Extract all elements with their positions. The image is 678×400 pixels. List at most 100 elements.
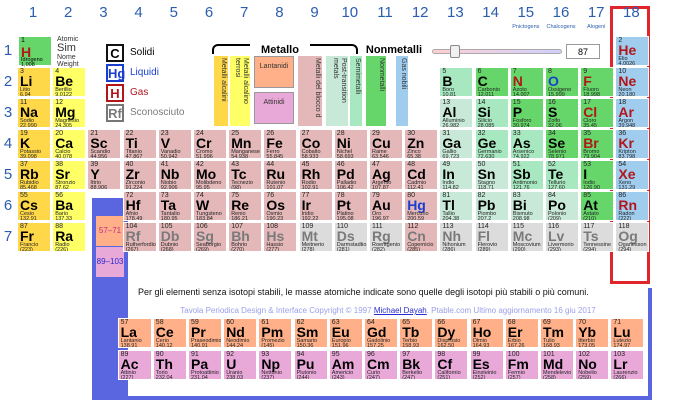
element-cell[interactable]: 8 O Ossigeno 15,999	[545, 67, 579, 97]
element-cell[interactable]: 98 Cf Californio (251)	[434, 350, 469, 380]
element-cell[interactable]: 72 Hf Afnio 178,49	[122, 191, 157, 221]
temperature-slider-handle[interactable]	[450, 45, 460, 58]
row-number-4[interactable]: 4	[2, 135, 14, 153]
element-cell[interactable]: 28 Ni Nichel 58,693	[333, 129, 368, 159]
element-cell[interactable]: 94 Pu Plutonio (244)	[293, 350, 328, 380]
element-cell[interactable]: 71 Lu Lutezio 174,97	[610, 318, 645, 348]
temperature-value-field[interactable]: 87	[566, 44, 600, 59]
element-cell[interactable]: 58 Ce Cerio 140,12	[152, 318, 187, 348]
column-number-9[interactable]: 9	[298, 4, 332, 22]
element-cell[interactable]: 111 Rg Roentgenio (282)	[369, 222, 403, 252]
column-number-6[interactable]: 6	[192, 4, 226, 22]
element-cell[interactable]: 2 He Elio 4,0026	[615, 36, 650, 66]
element-cell[interactable]: 110 Ds Darmstadtio (281)	[333, 222, 368, 252]
element-cell[interactable]: 108 Hs Hassio (277)	[263, 222, 298, 252]
element-cell[interactable]: 18 Ar Argon 39,948	[615, 98, 650, 128]
column-number-14[interactable]: 14	[474, 4, 508, 22]
element-cell[interactable]: 54 Xe Xeno 131,29	[615, 160, 650, 190]
element-cell[interactable]: 23 V Vanadio 50,942	[157, 129, 192, 159]
element-cell[interactable]: 67 Ho Olmio 164,93	[469, 318, 504, 348]
row-number-1[interactable]: 1	[2, 42, 14, 60]
element-cell[interactable]: 53 I Iodio 126,90	[580, 160, 615, 190]
element-cell[interactable]: 20 Ca Calcio 40,078	[52, 129, 87, 159]
element-cell[interactable]: 113 Nh Nihonium (286)	[439, 222, 474, 252]
category-transition[interactable]: Metalli del blocco d	[298, 56, 322, 126]
element-cell[interactable]: 13 Al Alluminio 26,982	[439, 98, 474, 128]
element-cell[interactable]: 76 Os Osmio 190,23	[263, 191, 298, 221]
element-cell[interactable]: 105 Db Dubnio (268)	[157, 222, 192, 252]
element-cell[interactable]: 15 P Fosforo 30,974	[509, 98, 544, 128]
element-cell[interactable]: 90 Th Torio 232,04	[152, 350, 187, 380]
column-number-7[interactable]: 7	[227, 4, 261, 22]
legend-state-unknown-box[interactable]: Rf	[106, 104, 124, 122]
placeholder-lanthanides[interactable]: 57–71	[96, 216, 124, 246]
legend-state-liquid-box[interactable]: Hg	[106, 64, 125, 82]
column-number-3[interactable]: 3	[86, 4, 120, 22]
element-cell[interactable]: 25 Mn Manganese 54,938	[228, 129, 263, 159]
element-cell[interactable]: 42 Mo Molibdeno 95,95	[193, 160, 227, 190]
element-cell[interactable]: 40 Zr Zirconio 91,224	[122, 160, 157, 190]
element-cell[interactable]: 30 Zn Zinco 65,38	[404, 129, 439, 159]
row-number-7[interactable]: 7	[2, 228, 14, 246]
category-nonmetals[interactable]: Nonmetalli	[366, 56, 386, 126]
element-cell[interactable]: 69 Tm Tulio 168,93	[540, 318, 574, 348]
category-metalloids[interactable]: Semimetalli	[350, 56, 362, 126]
element-cell[interactable]: 74 W Tungsteno 183,84	[193, 191, 227, 221]
element-cell[interactable]: 32 Ge Germanio 72,630	[474, 129, 509, 159]
element-cell[interactable]: 22 Ti Titanio 47,867	[122, 129, 157, 159]
element-cell[interactable]: 64 Gd Gadolinio 157,25	[364, 318, 398, 348]
element-cell[interactable]: 65 Tb Terbio 158,93	[399, 318, 434, 348]
element-cell[interactable]: 60 Nd Neodimio 144,24	[223, 318, 258, 348]
element-cell[interactable]: 117 Ts Tennessine (294)	[580, 222, 615, 252]
element-cell[interactable]: 35 Br Bromo 79,904	[580, 129, 615, 159]
element-cell[interactable]: 19 K Potassio 39,098	[17, 129, 51, 159]
element-cell[interactable]: 116 Lv Livermorio (293)	[545, 222, 579, 252]
element-cell[interactable]: 85 At Astato (210)	[580, 191, 615, 221]
element-cell[interactable]: 55 Cs Cesio 132,91	[17, 191, 51, 221]
element-cell[interactable]: 63 Eu Europio 151,96	[328, 318, 363, 348]
placeholder-actinides[interactable]: 89–103	[96, 247, 124, 277]
column-number-8[interactable]: 8	[262, 4, 296, 22]
element-cell[interactable]: 115 Mc Moscovium (290)	[509, 222, 544, 252]
element-cell[interactable]: 87 Fr Francio (223)	[17, 222, 51, 252]
element-cell[interactable]: 78 Pt Platino 195,08	[333, 191, 368, 221]
element-cell[interactable]: 95 Am Americio (243)	[328, 350, 363, 380]
element-cell[interactable]: 84 Po Polonio (209)	[545, 191, 579, 221]
element-cell[interactable]: 17 Cl Cloro 35,45	[580, 98, 615, 128]
element-cell[interactable]: 106 Sg Seaborgio (269)	[193, 222, 227, 252]
element-cell[interactable]: 75 Re Renio 186,21	[228, 191, 263, 221]
element-cell[interactable]: 9 F Fluoro 18,998	[580, 67, 615, 97]
category-noble[interactable]: Gas nobili	[396, 56, 408, 126]
element-cell[interactable]: 46 Pd Palladio 106,42	[333, 160, 368, 190]
element-cell[interactable]: 52 Te Tellurio 127,60	[545, 160, 579, 190]
category-lanthanides[interactable]: Lantanidi	[254, 56, 294, 88]
element-cell[interactable]: 62 Sm Samario 150,36	[293, 318, 328, 348]
element-cell[interactable]: 49 In Indio 114,82	[439, 160, 474, 190]
row-number-5[interactable]: 5	[2, 166, 14, 184]
element-cell[interactable]: 31 Ga Gallio 69,723	[439, 129, 474, 159]
column-number-11[interactable]: 11	[368, 4, 402, 22]
element-cell[interactable]: 5 B Boro 10,81	[439, 67, 474, 97]
element-cell[interactable]: 82 Pb Piombo 207,2	[474, 191, 509, 221]
element-cell[interactable]: 12 Mg Magnesio 24,305	[52, 98, 87, 128]
element-cell[interactable]: 21 Sc Scandio 44,956	[87, 129, 122, 159]
element-cell[interactable]: 80 Hg Mercurio 200,59	[404, 191, 439, 221]
element-cell[interactable]: 103 Lr Laurenzio (266)	[610, 350, 645, 380]
element-cell[interactable]: 37 Rb Rubidio 85,468	[17, 160, 51, 190]
column-number-13[interactable]: 13	[438, 4, 472, 22]
element-cell[interactable]: 93 Np Nettunio (237)	[258, 350, 293, 380]
element-cell[interactable]: 118 Og Oganesson (294)	[615, 222, 650, 252]
column-number-1[interactable]: 1	[16, 4, 50, 22]
element-cell[interactable]: 86 Rn Radon (222)	[615, 191, 650, 221]
element-cell[interactable]: 61 Pm Promezio (145)	[258, 318, 293, 348]
element-cell[interactable]: 47 Ag Argento 107,87	[369, 160, 403, 190]
element-cell[interactable]: 29 Cu Rame 63,546	[369, 129, 403, 159]
column-number-10[interactable]: 10	[333, 4, 367, 22]
element-cell[interactable]: 70 Yb Itterbio 173,05	[575, 318, 610, 348]
element-cell[interactable]: 59 Pr Praseodimio 140,91	[188, 318, 222, 348]
element-cell[interactable]: 92 U Uranio 238,03	[223, 350, 258, 380]
column-number-5[interactable]: 5	[157, 4, 191, 22]
element-cell[interactable]: 83 Bi Bismuto 208,98	[509, 191, 544, 221]
element-cell[interactable]: 102 No Nobelio (259)	[575, 350, 610, 380]
element-cell[interactable]: 14 Si Silicio 28,085	[474, 98, 509, 128]
